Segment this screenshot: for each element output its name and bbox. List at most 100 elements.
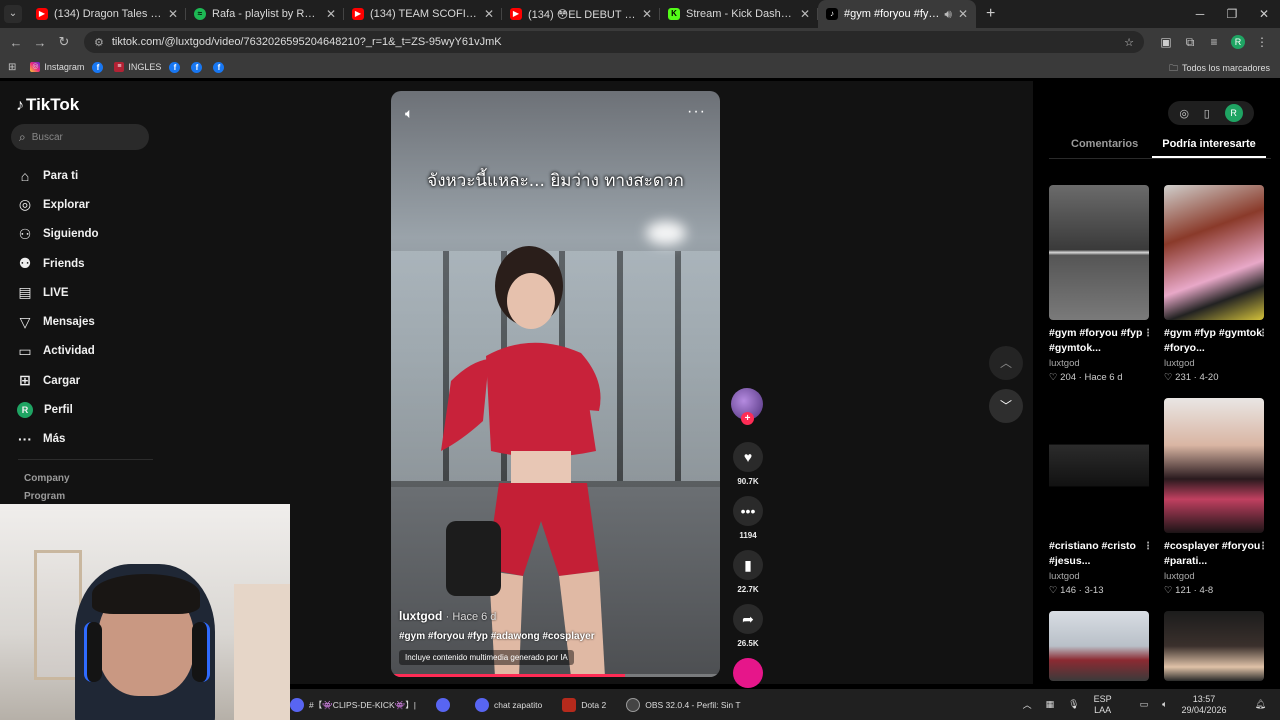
site-info-icon[interactable]: ⚙ [94,36,104,49]
close-tab-icon[interactable]: ✕ [642,7,652,21]
sidebar-item-explorar[interactable]: ◎ Explorar [0,190,165,219]
suggestion-card[interactable]: #gym #foryou #fyp #gymtok... ⋮ luxtgod ♡ … [1049,185,1153,383]
browser-tab[interactable]: ▶ (134) TEAM SCOFIELD vs TEAM ✕ [344,0,502,28]
volume-icon[interactable]: 🔈︎ [405,105,413,122]
sidebar-item-mensajes[interactable]: ▽ Mensajes [0,307,165,336]
suggestion-title[interactable]: #gym #foryou #fyp #gymtok... ⋮ [1049,326,1153,356]
tab-podria-interesarte[interactable]: Podría interesarte [1152,131,1266,158]
browser-tab[interactable]: ▶ (134) Dragon Tales Capitulo 1 - ✕ [28,0,186,28]
browser-tab[interactable]: K Stream - Kick Dashboard ✕ [660,0,818,28]
heart-icon[interactable]: ♥ [733,442,763,472]
network-icon[interactable]: ▭ [1140,699,1149,710]
sidebar-item-cargar[interactable]: ⊞ Cargar [0,366,165,395]
tiktok-logo[interactable]: ♪ TikTok [16,95,79,115]
back-icon[interactable]: ← [4,35,28,50]
device-icon[interactable]: ▯ [1204,107,1210,120]
suggestion-thumbnail[interactable] [1164,185,1264,320]
bookmark-ingles[interactable]: ≡ INGLES [114,62,161,72]
close-tab-icon[interactable]: ✕ [484,7,494,21]
reload-icon[interactable]: ↻ [52,34,76,50]
compass-icon[interactable]: ◎ [1179,107,1189,120]
facebook-icon[interactable]: f [213,61,225,73]
suggestion-title[interactable]: #gym #fyp #gymtok #foryo... ⋮ [1164,326,1268,356]
volume-icon[interactable]: 🔈︎ [1162,699,1167,710]
all-bookmarks[interactable]: 🗀 Todos los marcadores [1169,61,1270,77]
profile-avatar[interactable]: R [1224,104,1243,122]
suggestion-card[interactable]: #cosplayer #foryou #parati... ⋮ luxtgod ♡… [1164,398,1268,596]
minimize-icon[interactable]: ─ [1184,7,1216,21]
suggestion-thumbnail[interactable] [1164,398,1264,533]
suggestion-thumbnail[interactable] [1049,398,1149,533]
suggestion-author[interactable]: luxtgod [1164,571,1264,582]
suggestion-title[interactable]: #cristiano #cristo #jesus... ⋮ [1049,539,1153,569]
suggestion-card[interactable] [1164,611,1264,681]
browser-tab[interactable]: ≈ Rafa - playlist by Rafael.xared | ✕ [186,0,344,28]
suggestion-thumbnail[interactable] [1049,611,1149,681]
sidebar-item-perfil[interactable]: R Perfil [0,395,165,424]
notifications-icon[interactable]: 🔔︎ [1255,699,1266,710]
video-progress-bar[interactable] [391,674,720,677]
tray-chevron-icon[interactable]: ︿ [1023,698,1032,711]
search-box[interactable]: ⌕ [11,124,149,150]
browser-tab-active[interactable]: ♪ #gym #foryou #fyp #adaw🔊︎ ✕ [818,0,976,28]
kebab-icon[interactable]: ⋮ [1143,326,1153,341]
sidebar-item-mas[interactable]: ··· Más [0,425,165,454]
kebab-icon[interactable]: ⋮ [1258,539,1268,554]
close-tab-icon[interactable]: ✕ [958,7,968,21]
taskbar-app-discord[interactable] [435,697,455,712]
video-hashtags[interactable]: #gym #foryou #fyp #adawong #cosplayer [399,631,595,642]
sidebar-item-actividad[interactable]: ▭ Actividad [0,337,165,366]
screenshot-icon[interactable]: ▣ [1154,35,1178,49]
taskbar-app-discord-clips[interactable]: #【👾CLIPS-DE-KICK👾】| [290,697,416,712]
extensions-icon[interactable]: ⧉ [1178,35,1202,50]
comment-icon[interactable]: ••• [733,496,763,526]
close-tab-icon[interactable]: ✕ [168,7,178,21]
follow-plus-icon[interactable]: + [741,412,754,425]
system-clock[interactable]: 13:57 29/04/2026 [1182,694,1241,716]
apps-grid-icon[interactable]: ⊞ [8,62,16,73]
bookmark-icon[interactable]: ▮ [733,550,763,580]
taskbar-app-chat[interactable]: chat zapatito [474,697,542,712]
speaker-icon[interactable]: 🔊︎ [944,7,952,22]
suggestion-card[interactable]: #cristiano #cristo #jesus... ⋮ luxtgod ♡ … [1049,398,1153,596]
next-video-button[interactable]: ﹀ [989,389,1023,423]
close-tab-icon[interactable]: ✕ [800,7,810,21]
taskbar-app-dota[interactable]: Dota 2 [562,697,606,712]
suggestion-thumbnail[interactable] [1049,185,1149,320]
sidebar-item-para-ti[interactable]: ⌂ Para ti [0,161,165,190]
suggestion-card[interactable] [1049,611,1149,681]
sidebar-item-siguiendo[interactable]: ⚇ Siguiendo [0,220,165,249]
suggestion-author[interactable]: luxtgod [1049,358,1149,369]
video-author[interactable]: luxtgod · Hace 6 d [399,609,496,623]
restore-icon[interactable]: ❐ [1216,7,1248,21]
new-tab-button[interactable]: + [986,5,995,23]
bookmark-instagram[interactable]: ◎ Instagram [30,62,84,72]
browser-tab[interactable]: ▶ (134) 😳EL DEBUT DE TAILUNG ✕ [502,0,660,28]
facebook-icon[interactable]: f [191,61,203,73]
previous-video-button[interactable]: ︿ [989,346,1023,380]
music-disc-icon[interactable] [733,658,763,688]
taskbar-app-obs[interactable]: OBS 32.0.4 - Perfil: Sin T [626,697,741,712]
tab-search-button[interactable]: ⌄ [4,5,22,23]
facebook-icon[interactable]: f [169,61,181,73]
bookmark-star-icon[interactable]: ☆ [1124,36,1134,49]
suggestion-thumbnail[interactable] [1164,611,1264,681]
language-indicator[interactable]: ESP LAA [1094,694,1126,716]
suggestion-title[interactable]: #cosplayer #foryou #parati... ⋮ [1164,539,1268,569]
video-player[interactable]: จังหวะนี้แหละ... ยิมว่าง ทางสะดวก 🔈︎ ···… [391,91,720,677]
sidebar-item-friends[interactable]: ⚉ Friends [0,249,165,278]
profile-avatar[interactable]: R [1231,35,1245,49]
close-window-icon[interactable]: ✕ [1248,7,1280,21]
close-tab-icon[interactable]: ✕ [326,7,336,21]
tab-comentarios[interactable]: Comentarios [1049,131,1150,158]
kebab-icon[interactable]: ⋮ [1143,539,1153,554]
forward-icon[interactable]: → [28,35,52,50]
more-options-icon[interactable]: ··· [687,103,706,121]
facebook-icon[interactable]: f [92,61,104,73]
address-bar[interactable]: ⚙ tiktok.com/@luxtgod/video/763202659520… [84,31,1144,53]
creator-avatar[interactable]: + [731,388,763,425]
media-icon[interactable]: ≡ [1202,35,1226,49]
footer-link-company[interactable]: Company [24,470,70,488]
tray-app-icon[interactable]: ▦ [1046,699,1055,710]
microphone-icon[interactable]: 🎙︎ [1068,699,1079,710]
